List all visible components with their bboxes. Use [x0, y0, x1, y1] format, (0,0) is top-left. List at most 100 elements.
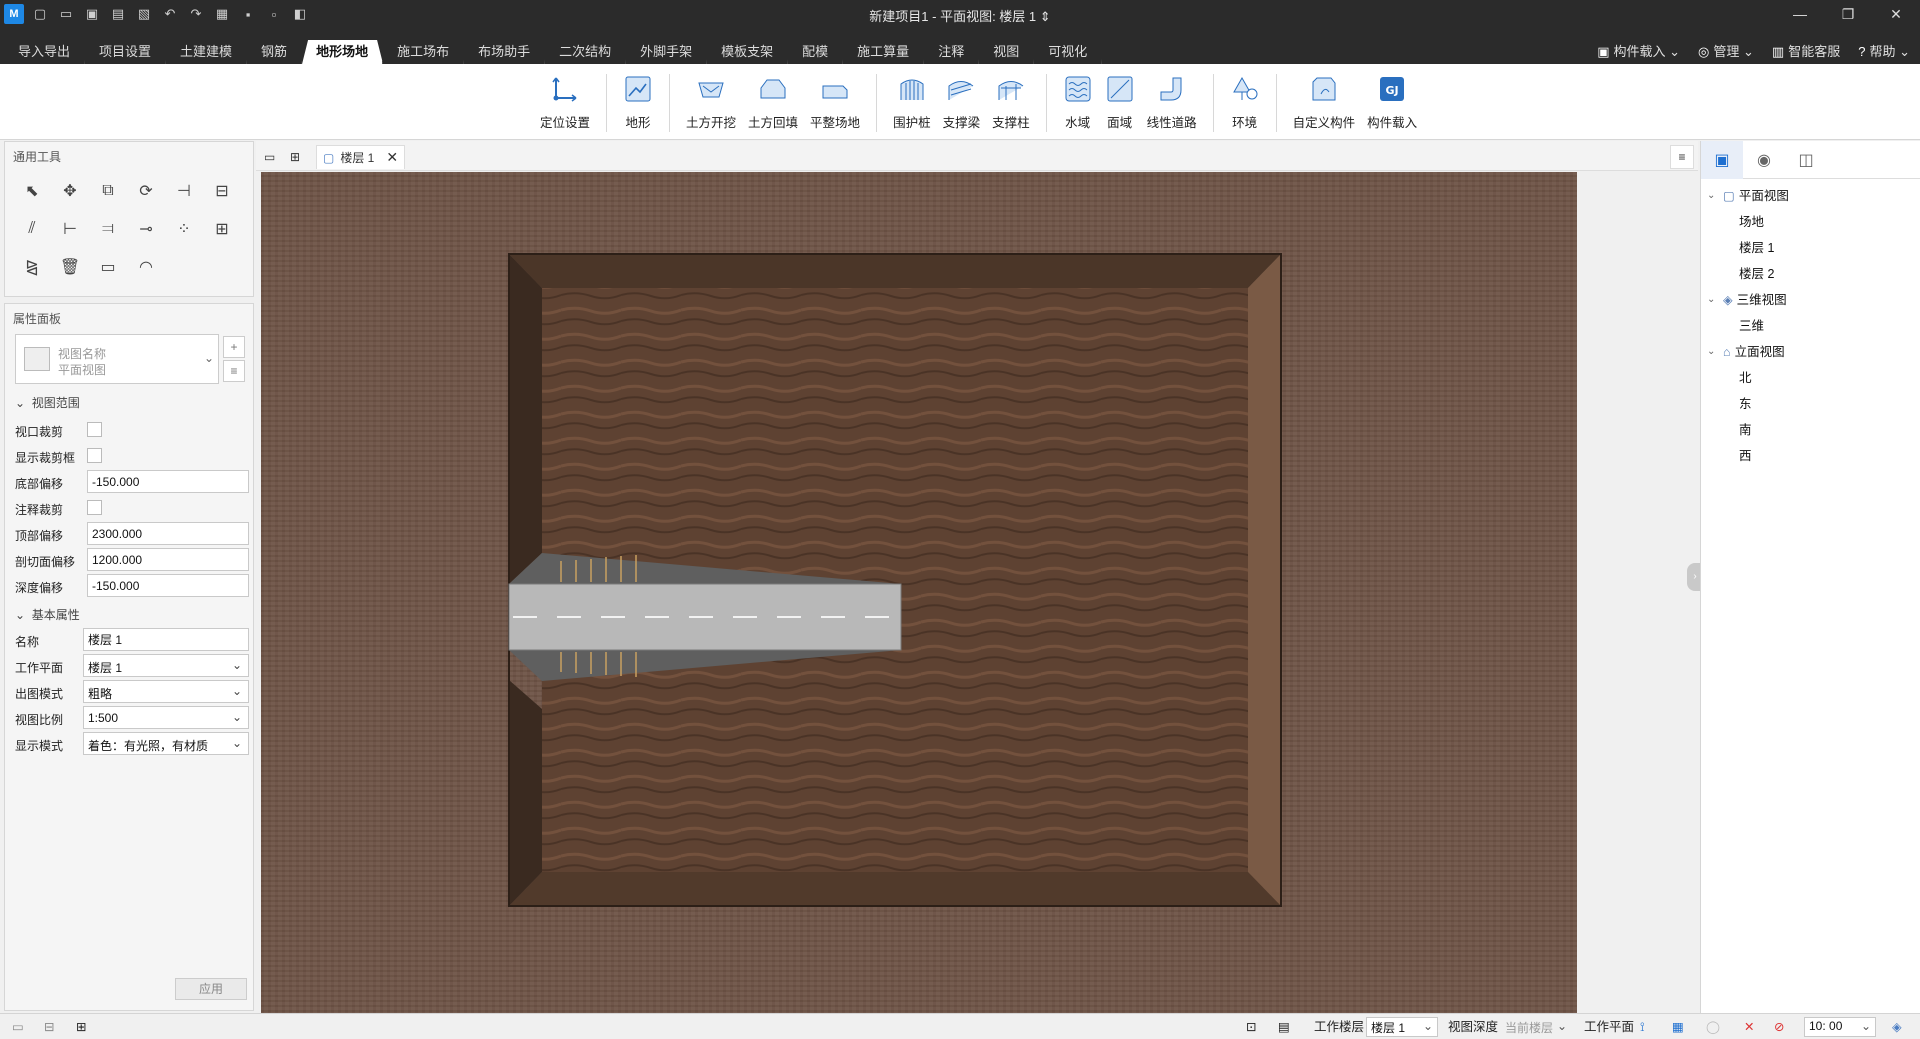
- ribbon-button-0-0[interactable]: 定位设置: [534, 70, 596, 131]
- save-as-icon[interactable]: ▤: [108, 4, 128, 24]
- top-offset-input[interactable]: [87, 522, 249, 545]
- drawing-canvas[interactable]: [261, 172, 1577, 1017]
- layout-tab-icon[interactable]: ◫: [1785, 141, 1827, 179]
- ribbon-button-2-2[interactable]: 平整场地: [804, 70, 866, 131]
- help-menu[interactable]: ? 帮助 ⌄: [1858, 40, 1910, 64]
- manage-menu[interactable]: ◎ 管理 ⌄: [1698, 40, 1754, 64]
- tree-item-plan-1[interactable]: 楼层 1: [1739, 237, 1774, 259]
- work-plane-icon[interactable]: ⟟: [1640, 1018, 1645, 1036]
- layout-single-icon[interactable]: ▭: [12, 1018, 24, 1036]
- display-mode-select[interactable]: 着色：有光照，有材质 ⌄: [83, 732, 249, 755]
- menu-tab-13[interactable]: 视图: [979, 40, 1034, 64]
- single-view-icon[interactable]: ▭: [264, 145, 275, 169]
- ribbon-button-4-2[interactable]: 线性道路: [1141, 70, 1203, 131]
- menu-tab-10[interactable]: 配模: [788, 40, 843, 64]
- tool1-icon[interactable]: ▦: [212, 4, 232, 24]
- service-button[interactable]: ▥ 智能客服: [1772, 40, 1840, 64]
- ribbon-button-5-0[interactable]: 环境: [1224, 70, 1266, 131]
- layout-grid-icon[interactable]: ⊞: [76, 1018, 86, 1036]
- layout-split-icon[interactable]: ⊟: [44, 1018, 54, 1036]
- undo-icon[interactable]: ↶: [160, 4, 180, 24]
- tree-item-plan-2[interactable]: 楼层 2: [1739, 263, 1774, 285]
- tab-floor-1[interactable]: ▢ 楼层 1 ✕: [316, 145, 406, 169]
- delete-icon[interactable]: 🗑: [57, 254, 83, 280]
- close-button[interactable]: ✕: [1872, 0, 1920, 28]
- view-settings-button[interactable]: ≡: [223, 360, 245, 382]
- add-view-button[interactable]: +: [223, 336, 245, 358]
- time-select[interactable]: 10: 00 ⌄: [1804, 1017, 1876, 1037]
- menu-tab-1[interactable]: 项目设置: [85, 40, 166, 64]
- export-icon[interactable]: ▧: [134, 4, 154, 24]
- close-tab-icon[interactable]: ✕: [386, 149, 398, 166]
- redo-icon[interactable]: ↷: [186, 4, 206, 24]
- tree-item-3d-0[interactable]: 三维: [1739, 315, 1764, 337]
- protractor-icon[interactable]: ◠: [133, 254, 159, 280]
- select-icon[interactable]: ⬉: [19, 178, 45, 204]
- split-icon[interactable]: ⊟: [209, 178, 235, 204]
- bottom-offset-input[interactable]: [87, 470, 249, 493]
- viewport-clip-checkbox[interactable]: [87, 422, 102, 437]
- menu-tab-0[interactable]: 导入导出: [4, 40, 85, 64]
- mirror-icon[interactable]: ⧎: [19, 254, 45, 280]
- menu-tab-4[interactable]: 地形场地: [302, 40, 383, 64]
- align-icon[interactable]: ⫤: [95, 216, 121, 242]
- ribbon-button-4-0[interactable]: 水域: [1057, 70, 1099, 131]
- tool3-icon[interactable]: ▫: [264, 4, 284, 24]
- tree-item-elev-3[interactable]: 西: [1739, 445, 1752, 467]
- menu-tab-9[interactable]: 模板支架: [707, 40, 788, 64]
- show-clip-box-checkbox[interactable]: [87, 448, 102, 463]
- menu-tab-11[interactable]: 施工算量: [843, 40, 924, 64]
- tool2-icon[interactable]: ▪: [238, 4, 258, 24]
- menu-tab-12[interactable]: 注释: [924, 40, 979, 64]
- new-icon[interactable]: ▢: [30, 4, 50, 24]
- ribbon-button-6-1[interactable]: GJ 构件载入: [1361, 70, 1423, 131]
- ribbon-button-6-0[interactable]: 自定义构件: [1287, 70, 1362, 131]
- tree-item-elev-0[interactable]: 北: [1739, 367, 1752, 389]
- tree-item-plan-0[interactable]: 场地: [1739, 211, 1764, 233]
- ribbon-button-2-0[interactable]: 土方开挖: [680, 70, 742, 131]
- extend-icon[interactable]: ⊸: [133, 216, 159, 242]
- tree-node-plan[interactable]: ⌄ ▢ 平面视图: [1707, 185, 1789, 207]
- tree-item-elev-1[interactable]: 东: [1739, 393, 1752, 415]
- work-floor-select[interactable]: 楼层 1 ⌄: [1366, 1017, 1438, 1037]
- scale-select[interactable]: 1:500 ⌄: [83, 706, 249, 729]
- depth-offset-input[interactable]: [87, 574, 249, 597]
- snap-off-icon[interactable]: ✕: [1744, 1018, 1754, 1036]
- ribbon-button-3-1[interactable]: 支撑梁: [937, 70, 987, 131]
- work-plane-select[interactable]: 楼层 1 ⌄: [83, 654, 249, 677]
- snapshot-icon[interactable]: ▤: [1278, 1018, 1290, 1036]
- title-dropdown-icon[interactable]: ⇕: [1040, 9, 1051, 24]
- tile-view-icon[interactable]: ⊞: [290, 145, 300, 169]
- rotate-icon[interactable]: ⟳: [133, 178, 159, 204]
- name-input[interactable]: [83, 628, 249, 651]
- measure-icon[interactable]: ⊢: [57, 216, 83, 242]
- view-name-selector[interactable]: 视图名称 平面视图 ⌄: [15, 334, 219, 384]
- cube-nav-icon[interactable]: ◈: [1892, 1018, 1902, 1036]
- offset-icon[interactable]: ⫽: [19, 216, 45, 242]
- minimize-button[interactable]: —: [1776, 0, 1824, 28]
- save-icon[interactable]: ▣: [82, 4, 102, 24]
- trim-icon[interactable]: ⊣: [171, 178, 197, 204]
- filter-off-icon[interactable]: ⊘: [1774, 1018, 1784, 1036]
- tool4-icon[interactable]: ◧: [290, 4, 310, 24]
- menu-tab-5[interactable]: 施工场布: [383, 40, 464, 64]
- view-depth-select[interactable]: 当前楼层 ⌄: [1500, 1017, 1572, 1037]
- menu-tab-6[interactable]: 布场助手: [464, 40, 545, 64]
- group-icon[interactable]: ⊞: [209, 216, 235, 242]
- ribbon-button-1-0[interactable]: 地形: [617, 70, 659, 131]
- component-import-menu[interactable]: ▣ 构件载入 ⌄: [1597, 40, 1680, 64]
- menu-tab-7[interactable]: 二次结构: [545, 40, 626, 64]
- light-icon[interactable]: ◯: [1706, 1018, 1720, 1036]
- tree-node-elevation[interactable]: ⌄ ⌂ 立面视图: [1707, 341, 1785, 363]
- tree-item-elev-2[interactable]: 南: [1739, 419, 1752, 441]
- ribbon-button-4-1[interactable]: 面域: [1099, 70, 1141, 131]
- output-mode-select[interactable]: 粗略 ⌄: [83, 680, 249, 703]
- copy-icon[interactable]: ⧉: [95, 178, 121, 204]
- visibility-tab-icon[interactable]: ◉: [1743, 141, 1785, 179]
- cut-offset-input[interactable]: [87, 548, 249, 571]
- open-icon[interactable]: ▭: [56, 4, 76, 24]
- section-view-range[interactable]: ⌄ 视图范围: [15, 394, 80, 411]
- menu-tab-2[interactable]: 土建建模: [166, 40, 247, 64]
- restore-button[interactable]: ❐: [1824, 0, 1872, 28]
- ruler-icon[interactable]: ▭: [95, 254, 121, 280]
